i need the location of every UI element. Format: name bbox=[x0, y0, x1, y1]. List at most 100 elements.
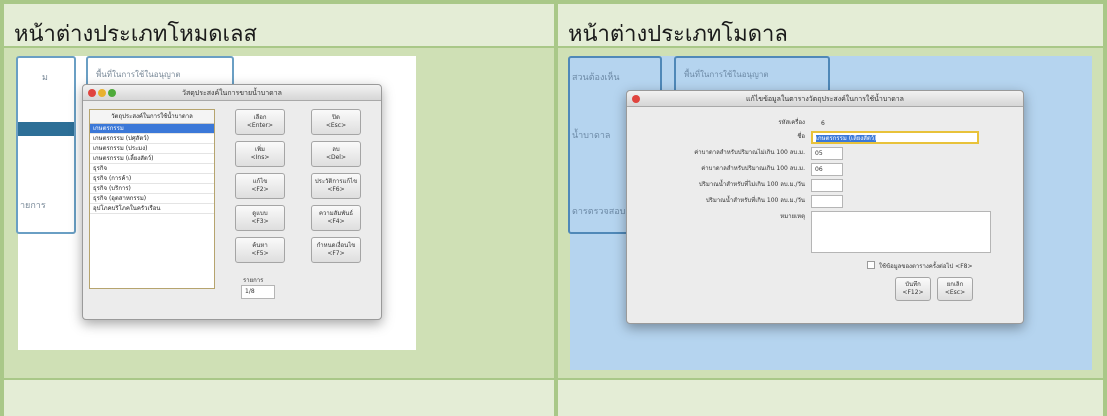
record-counter: 1/8 bbox=[241, 285, 275, 299]
bg-left-top-text: สวนต้องเห็น bbox=[572, 73, 620, 83]
close-button[interactable]: ปิด <Esc> bbox=[311, 109, 361, 135]
modeless-window[interactable]: วัสดุประสงค์ในการขายน้ำบาดาล วัตถุประสงค… bbox=[82, 84, 382, 320]
delete-button-key: <Del> bbox=[325, 154, 347, 161]
edit-button[interactable]: แก้ไข <F2> bbox=[235, 173, 285, 199]
relation-button-key: <F4> bbox=[327, 218, 345, 225]
form-row-volume-under: ปริมาณน้ำสำหรับที่ไม่เกิน 100 ลบ.ม./วัน bbox=[627, 179, 805, 191]
list-item[interactable]: ธุรกิจ bbox=[90, 164, 214, 174]
close-window-icon[interactable] bbox=[88, 89, 96, 97]
volume-under-label: ปริมาณน้ำสำหรับที่ไม่เกิน 100 ลบ.ม./วัน bbox=[698, 181, 805, 188]
relation-button[interactable]: ความสัมพันธ์ <F4> bbox=[311, 205, 361, 231]
form-row-name: ชื่อ bbox=[627, 131, 805, 143]
reuse-checkbox[interactable] bbox=[867, 261, 875, 269]
list-item[interactable]: เกษตรกรรม bbox=[90, 124, 214, 134]
delete-button-label: ลบ bbox=[332, 146, 340, 153]
form-row-rate-over: ค่าบาดาลสำหรับปริมาณเกิน 100 ลบ.ม. bbox=[627, 163, 805, 175]
rate-over-field[interactable]: 06 bbox=[811, 163, 843, 176]
background-panel-left: ม ายการ bbox=[16, 56, 76, 234]
form-row-volume-over: ปริมาณน้ำสำหรับที่เกิน 100 ลบ.ม./วัน bbox=[627, 195, 805, 207]
form-row-code: รหัสเครื่อง bbox=[627, 117, 805, 129]
bg-tab-text: ม bbox=[42, 73, 48, 83]
view-button[interactable]: ดูแบบ <F3> bbox=[235, 205, 285, 231]
save-button-key: <F12> bbox=[902, 289, 924, 296]
empty-footer-cell-left bbox=[4, 380, 554, 416]
code-label: รหัสเครื่อง bbox=[778, 119, 805, 126]
rate-over-label: ค่าบาดาลสำหรับปริมาณเกิน 100 ลบ.ม. bbox=[701, 165, 805, 172]
cancel-button[interactable]: ยกเลิก <Esc> bbox=[937, 277, 973, 301]
list-item[interactable]: เกษตรกรรม (ปศุสัตว์) bbox=[90, 134, 214, 144]
select-button[interactable]: เลือก <Enter> bbox=[235, 109, 285, 135]
list-item[interactable]: ธุรกิจ (บริการ) bbox=[90, 184, 214, 194]
comparison-table: หน้าต่างประเภทโหมดเลส หน้าต่างประเภทโมดา… bbox=[0, 0, 1107, 416]
bg-left-mid-text: น้ำบาดาล bbox=[572, 131, 611, 141]
edit-history-button[interactable]: ประวัติการแก้ไข <F6> bbox=[311, 173, 361, 199]
list-item[interactable]: อุปโภคบริโภคในครัวเรือน bbox=[90, 204, 214, 214]
delete-button[interactable]: ลบ <Del> bbox=[311, 141, 361, 167]
code-value: 6 bbox=[821, 120, 825, 127]
modeless-header: หน้าต่างประเภทโหมดเลส bbox=[14, 22, 257, 47]
bg-panel-title: พื้นที่ในการใช้ในอนุญาต bbox=[684, 70, 769, 79]
modeless-screenshot: ม ายการ พื้นที่ในการใช้ในอนุญาต วัสดุประ… bbox=[16, 56, 416, 350]
form-row-rate-under: ค่าบาดาลสำหรับปริมาณไม่เกิน 100 ลบ.ม. bbox=[627, 147, 805, 159]
volume-under-field[interactable] bbox=[811, 179, 843, 192]
note-textarea[interactable] bbox=[811, 211, 991, 253]
purpose-list-title: วัตถุประสงค์ในการใช้น้ำบาดาล bbox=[90, 110, 214, 124]
window-title: วัสดุประสงค์ในการขายน้ำบาดาล bbox=[182, 89, 282, 97]
modeless-header-cell: หน้าต่างประเภทโหมดเลส bbox=[4, 4, 554, 47]
rate-under-label: ค่าบาดาลสำหรับปริมาณไม่เกิน 100 ลบ.ม. bbox=[694, 149, 805, 156]
select-button-label: เลือก bbox=[253, 114, 267, 121]
close-button-key: <Esc> bbox=[325, 122, 347, 129]
view-button-key: <F3> bbox=[251, 218, 269, 225]
cancel-button-label: ยกเลิก bbox=[946, 281, 964, 288]
search-button-label: ค้นหา bbox=[252, 242, 268, 249]
dialog-titlebar: แก้ไขข้อมูลในตารางวัตถุประสงค์ในการใช้น้… bbox=[627, 91, 1023, 107]
record-label: รายการ bbox=[243, 277, 264, 284]
relation-button-label: ความสัมพันธ์ bbox=[318, 210, 354, 217]
name-field[interactable]: เกษตรกรรม (เลี้ยงสัตว์) bbox=[811, 131, 979, 144]
bg-panel-title: พื้นที่ในการใช้ในอนุญาต bbox=[96, 70, 181, 79]
save-button-label: บันทึก bbox=[905, 281, 921, 288]
add-button-label: เพิ่ม bbox=[255, 146, 265, 153]
list-item[interactable]: ธุรกิจ (อุตสาหกรรม) bbox=[90, 194, 214, 204]
empty-footer-cell-right bbox=[558, 380, 1103, 416]
minimize-window-icon[interactable] bbox=[98, 89, 106, 97]
list-item[interactable]: เกษตรกรรม (เลี้ยงสัตว์) bbox=[90, 154, 214, 164]
close-button-label: ปิด bbox=[332, 114, 340, 121]
note-label: หมายเหตุ bbox=[780, 213, 805, 220]
volume-over-field[interactable] bbox=[811, 195, 843, 208]
name-label: ชื่อ bbox=[797, 133, 805, 140]
modal-screenshot: สวนต้องเห็น น้ำบาดาล ดารตรวจสอบ พื้นที่ใ… bbox=[568, 56, 1092, 370]
view-button-label: ดูแบบ bbox=[252, 210, 268, 217]
cancel-button-key: <Esc> bbox=[944, 289, 966, 296]
edit-history-button-label: ประวัติการแก้ไข bbox=[314, 178, 358, 185]
add-button-key: <Ins> bbox=[250, 154, 270, 161]
window-titlebar[interactable]: วัสดุประสงค์ในการขายน้ำบาดาล bbox=[83, 85, 381, 101]
filter-button-key: <F7> bbox=[327, 250, 345, 257]
purpose-list[interactable]: วัตถุประสงค์ในการใช้น้ำบาดาล เกษตรกรรม เ… bbox=[89, 109, 215, 289]
volume-over-label: ปริมาณน้ำสำหรับที่เกิน 100 ลบ.ม./วัน bbox=[705, 197, 805, 204]
modal-dialog[interactable]: แก้ไขข้อมูลในตารางวัตถุประสงค์ในการใช้น้… bbox=[626, 90, 1024, 324]
modeless-body-cell: ม ายการ พื้นที่ในการใช้ในอนุญาต วัสดุประ… bbox=[4, 48, 554, 378]
select-button-key: <Enter> bbox=[246, 122, 274, 129]
search-button[interactable]: ค้นหา <F5> bbox=[235, 237, 285, 263]
dialog-title: แก้ไขข้อมูลในตารางวัตถุประสงค์ในการใช้น้… bbox=[746, 95, 904, 103]
filter-button[interactable]: กำหนดเงื่อนไข <F7> bbox=[311, 237, 361, 263]
modal-body-cell: สวนต้องเห็น น้ำบาดาล ดารตรวจสอบ พื้นที่ใ… bbox=[558, 48, 1103, 378]
modal-header-cell: หน้าต่างประเภทโมดาล bbox=[558, 4, 1103, 47]
rate-under-field[interactable]: 05 bbox=[811, 147, 843, 160]
zoom-window-icon[interactable] bbox=[108, 89, 116, 97]
bg-left-bottom-text: ดารตรวจสอบ bbox=[572, 207, 626, 217]
form-row-note: หมายเหตุ bbox=[627, 211, 805, 223]
list-item[interactable]: เกษตรกรรม (ประมง) bbox=[90, 144, 214, 154]
name-field-value: เกษตรกรรม (เลี้ยงสัตว์) bbox=[816, 135, 877, 142]
add-button[interactable]: เพิ่ม <Ins> bbox=[235, 141, 285, 167]
search-button-key: <F5> bbox=[251, 250, 269, 257]
edit-button-label: แก้ไข bbox=[252, 178, 268, 185]
save-button[interactable]: บันทึก <F12> bbox=[895, 277, 931, 301]
modal-header: หน้าต่างประเภทโมดาล bbox=[568, 22, 788, 47]
reuse-checkbox-label: ใช้ข้อมูลของตารางครั้งต่อไป <F8> bbox=[879, 263, 973, 270]
filter-button-label: กำหนดเงื่อนไข bbox=[316, 242, 356, 249]
bg-side-text: ายการ bbox=[20, 201, 46, 211]
close-dialog-icon[interactable] bbox=[632, 95, 640, 103]
list-item[interactable]: ธุรกิจ (การค้า) bbox=[90, 174, 214, 184]
